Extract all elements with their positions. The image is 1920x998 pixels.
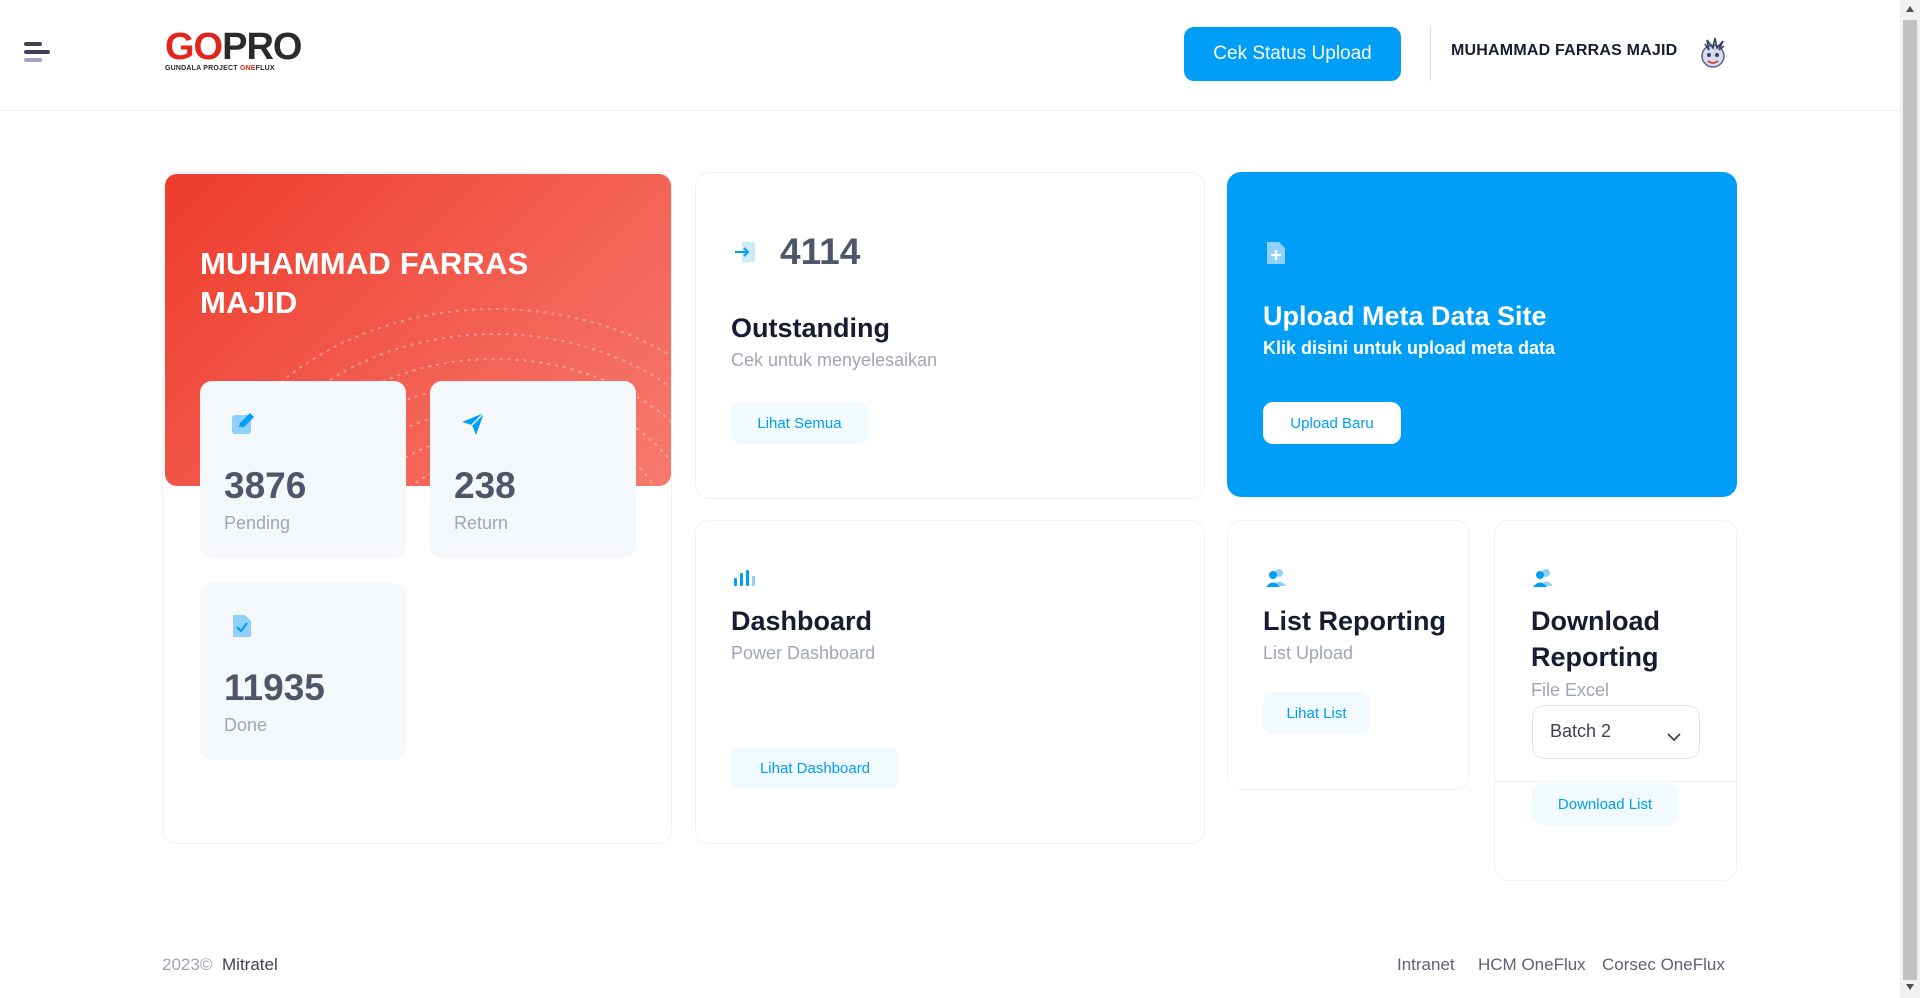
avatar[interactable] [1697,36,1729,72]
dashboard-subtitle: Power Dashboard [731,643,876,663]
return-label: Return [454,513,509,533]
outstanding-count: 4114 [780,231,861,272]
login-arrow-icon [733,240,757,269]
lihat-list-button[interactable]: Lihat List [1263,692,1370,734]
header-user-name[interactable]: MUHAMMAD FARRAS MAJID [1451,42,1677,60]
stat-return[interactable]: 238 Return [430,381,636,558]
return-count: 238 [454,465,516,506]
menu-toggle-icon[interactable] [24,42,50,62]
card-divider [1494,781,1737,782]
file-plus-icon [1265,240,1287,271]
dashboard-title: Dashboard [731,606,873,636]
gopro-logo[interactable]: GOPRO GUNDALA PROJECT ONEFLUX [165,28,305,76]
batch-select-value: Batch 2 [1550,721,1612,741]
footer-link-hcm-oneflux[interactable]: HCM OneFlux [1478,955,1586,975]
stat-pending[interactable]: 3876 Pending [200,381,406,558]
upload-title: Upload Meta Data Site [1263,301,1547,331]
outstanding-title: Outstanding [731,313,890,343]
footer-year: 2023© [162,955,213,974]
scrollbar-thumb[interactable] [1903,20,1917,980]
chevron-down-icon [1667,726,1681,747]
done-label: Done [224,715,268,735]
pending-count: 3876 [224,465,307,506]
pending-label: Pending [224,513,291,533]
cek-status-upload-button[interactable]: Cek Status Upload [1184,27,1401,81]
upload-subtitle: Klik disini untuk upload meta data [1263,338,1556,358]
lihat-dashboard-button[interactable]: Lihat Dashboard [731,747,899,789]
download-list-button[interactable]: Download List [1532,783,1678,825]
bar-chart-icon [733,569,757,592]
users-icon [1532,568,1554,593]
upload-baru-button[interactable]: Upload Baru [1263,402,1401,444]
done-count: 11935 [224,667,325,708]
dashboard-card [695,520,1205,844]
lihat-semua-button[interactable]: Lihat Semua [731,402,868,444]
scroll-down-arrow-icon[interactable] [1906,984,1914,990]
download-reporting-subtitle: File Excel [1531,680,1610,700]
edit-icon [230,411,256,442]
users-icon [1265,568,1287,593]
list-reporting-title: List Reporting [1263,606,1446,636]
upload-card[interactable] [1227,172,1737,497]
scroll-up-arrow-icon[interactable] [1906,6,1914,12]
file-check-icon [230,613,254,644]
send-icon [460,411,486,442]
profile-name: MUHAMMAD FARRAS MAJID [200,246,529,320]
list-reporting-subtitle: List Upload [1263,643,1354,663]
stat-done[interactable]: 11935 Done [200,583,406,760]
header-divider [1430,27,1431,81]
outstanding-subtitle: Cek untuk menyelesaikan [731,350,938,370]
footer-link-intranet[interactable]: Intranet [1397,955,1455,975]
footer-link-corsec-oneflux[interactable]: Corsec OneFlux [1602,955,1725,975]
download-reporting-title-line2: Reporting [1531,642,1659,672]
download-reporting-title-line1: Download [1531,606,1660,636]
footer-brand-link[interactable]: Mitratel [222,955,278,975]
batch-select[interactable]: Batch 2 [1532,705,1700,759]
